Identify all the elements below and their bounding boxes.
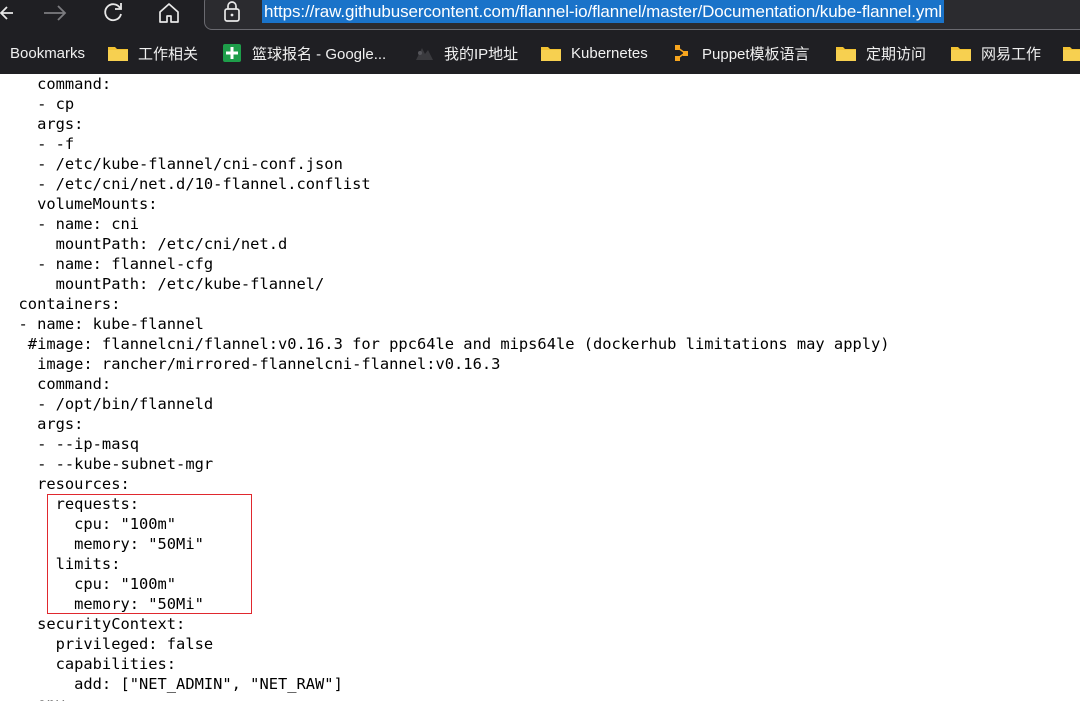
bookmark-my-ip[interactable]: 我的IP地址 [414,38,518,68]
folder-icon [108,44,128,62]
bookmark-label: Puppet模板语言 [702,45,810,63]
folder-icon [541,44,561,62]
code-line: - name: cni [0,215,139,233]
arrow-right-icon [44,5,67,21]
code-line: add: ["NET_ADMIN", "NET_RAW"] [0,675,343,693]
code-line: - -f [0,135,75,153]
bookmark-folder-regular-visits[interactable]: 定期访问 [836,38,926,68]
refresh-icon [104,3,122,22]
bookmark-basketball-signup[interactable]: 篮球报名 - Google... [222,38,386,68]
bookmark-label: 定期访问 [866,45,927,63]
bookmark-label: 工作相关 [138,45,199,63]
browser-toolbar: https://raw.githubusercontent.com/flanne… [0,0,1080,38]
bookmark-label: 我的IP地址 [444,45,519,63]
code-line: args: [0,115,84,133]
bookmarks-menu[interactable]: Bookmarks [10,38,85,68]
google-sheets-icon [222,44,242,62]
code-line: mountPath: /etc/kube-flannel/ [0,275,325,293]
ip-site-icon [414,44,434,62]
folder-icon [836,44,856,62]
refresh-button[interactable] [96,0,130,26]
code-line: env: [0,694,1080,701]
code-line: securityContext: [0,615,186,633]
back-button[interactable] [0,0,22,26]
folder-icon [951,44,971,62]
code-line: - /opt/bin/flanneld [0,395,214,413]
code-line: capabilities: [0,655,177,673]
code-line: - --ip-masq [0,435,139,453]
bookmark-folder-overflow[interactable] [1063,38,1080,68]
bookmark-label: Bookmarks [10,44,86,62]
code-line: mountPath: /etc/cni/net.d [0,235,288,253]
bookmark-label: 网易工作 [981,45,1042,63]
arrow-left-icon [0,6,13,20]
home-icon [159,3,179,23]
code-line: privileged: false [0,635,214,653]
code-line: image: rancher/mirrored-flannelcni-flann… [0,355,501,373]
puppet-icon [672,44,692,62]
forward-button[interactable] [38,0,72,26]
bookmark-label: 篮球报名 - Google... [252,45,387,63]
bookmark-label: Kubernetes [571,44,648,62]
home-button[interactable] [152,0,186,26]
code-line: - name: flannel-cfg [0,255,214,273]
code-line: command: [0,375,112,393]
folder-icon [1063,44,1080,62]
code-line: - /etc/cni/net.d/10-flannel.conflist [0,175,371,193]
bookmark-puppet-template[interactable]: Puppet模板语言 [672,38,810,68]
bookmarks-bar: Bookmarks 工作相关 篮球报名 - Google... 我的IP地址 K… [0,38,1080,74]
code-line: args: [0,415,84,433]
bookmark-folder-work[interactable]: 工作相关 [108,38,198,68]
bookmark-folder-netease-work[interactable]: 网易工作 [951,38,1041,68]
code-line: command: [0,75,112,93]
code-line: resources: [0,475,130,493]
url-text[interactable]: https://raw.githubusercontent.com/flanne… [262,0,944,23]
code-line: #image: flannelcni/flannel:v0.16.3 for p… [0,335,890,353]
code-line: containers: [0,295,121,313]
code-line: - --kube-subnet-mgr [0,455,214,473]
resources-highlight-box [47,494,252,614]
code-line: - name: kube-flannel [0,315,204,333]
code-line: - /etc/kube-flannel/cni-conf.json [0,155,343,173]
lock-icon [224,1,240,22]
code-line: volumeMounts: [0,195,158,213]
code-line: - cp [0,95,75,113]
bookmark-folder-kubernetes[interactable]: Kubernetes [541,38,648,68]
